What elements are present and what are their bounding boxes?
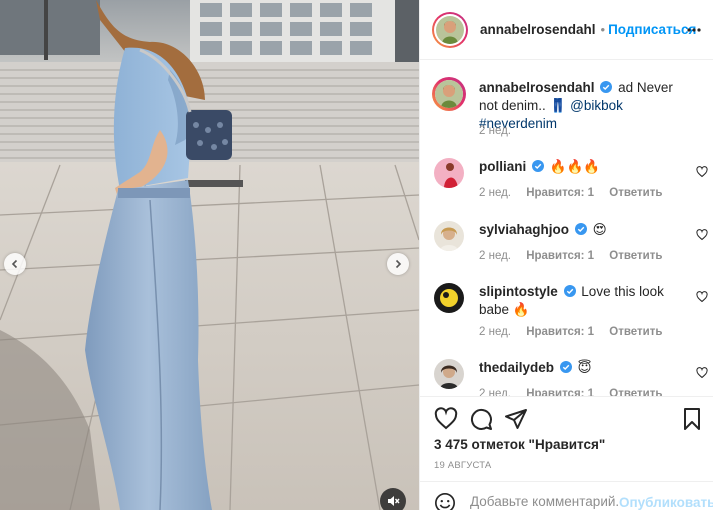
bookmark-icon[interactable] [680, 407, 704, 431]
follow-button[interactable]: Подписаться [608, 22, 696, 37]
commenter-avatar[interactable] [434, 158, 464, 188]
commenter-avatar[interactable] [434, 283, 464, 313]
post-photo [0, 0, 419, 510]
comment-text: slipintostyle Love this look babe 🔥 [479, 283, 687, 319]
post-details-panel: annabelrosendahl • Подписаться annabelro… [419, 0, 713, 510]
jeans-emoji: 👖 [549, 97, 567, 114]
verified-icon [532, 160, 545, 172]
comment-item: sylviahaghjoo 😍 2 нед. Нравится: 1 Ответ… [434, 221, 708, 267]
smiling-halo-emoji: 😇 [577, 360, 592, 376]
comment-item: slipintostyle Love this look babe 🔥 2 не… [434, 283, 708, 347]
comment-icon[interactable] [469, 407, 493, 431]
comment-text: thedailydeb 😇 [479, 359, 687, 378]
comment-likes[interactable]: Нравится: 1 [526, 326, 594, 338]
reply-button[interactable]: Ответить [609, 187, 662, 199]
comment-time[interactable]: 2 нед. [479, 250, 511, 262]
comment-meta: 2 нед. Нравится: 1 Ответить [479, 187, 674, 199]
comment-time[interactable]: 2 нед. [479, 187, 511, 199]
likes-count[interactable]: 3 475 отметок "Нравится" [434, 437, 605, 452]
comment-text: polliani 🔥🔥🔥 [479, 158, 687, 177]
comment-input[interactable] [470, 494, 620, 509]
share-icon[interactable] [504, 407, 528, 431]
heart-icon[interactable] [696, 166, 708, 178]
separator-dot: • [600, 22, 606, 37]
post-header: annabelrosendahl • Подписаться [420, 0, 713, 60]
comment-likes[interactable]: Нравится: 1 [526, 250, 594, 262]
emoji-icon[interactable] [434, 492, 456, 510]
mute-icon [388, 496, 400, 506]
comment-time[interactable]: 2 нед. [479, 326, 511, 338]
chevron-right-icon [395, 259, 402, 269]
action-icons [434, 407, 704, 433]
post-media[interactable] [0, 0, 419, 510]
reply-button[interactable]: Ответить [609, 388, 662, 396]
chevron-left-icon [11, 259, 18, 269]
comment-item: polliani 🔥🔥🔥 2 нед. Нравится: 1 Ответить [434, 158, 708, 204]
next-button[interactable] [387, 253, 409, 275]
post-caption: annabelrosendahl ad Never not denim.. 👖 … [432, 77, 704, 139]
author-avatar-image [436, 15, 464, 44]
more-icon[interactable] [686, 22, 702, 38]
comment-time[interactable]: 2 нед. [479, 388, 511, 396]
verified-icon [574, 223, 587, 235]
author-avatar[interactable] [432, 11, 468, 48]
add-comment-bar: Опубликовать [420, 481, 713, 510]
comment-likes[interactable]: Нравится: 1 [526, 388, 594, 396]
heart-eyes-emoji: 😍 [592, 222, 607, 238]
reply-button[interactable]: Ответить [609, 250, 662, 262]
comments-list[interactable]: annabelrosendahl ad Never not denim.. 👖 … [420, 61, 713, 396]
fire-emoji: 🔥 [512, 301, 530, 318]
verified-icon [600, 81, 613, 93]
comment-item: thedailydeb 😇 2 нед. Нравится: 1 Ответит… [434, 359, 708, 396]
caption-avatar[interactable] [432, 77, 466, 111]
heart-icon[interactable] [696, 229, 708, 241]
caption-avatar-image [435, 80, 463, 108]
comment-likes[interactable]: Нравится: 1 [526, 187, 594, 199]
comment-meta: 2 нед. Нравится: 1 Ответить [479, 326, 674, 338]
caption-username[interactable]: annabelrosendahl [479, 80, 595, 95]
publish-button[interactable]: Опубликовать [619, 495, 713, 510]
reply-button[interactable]: Ответить [609, 326, 662, 338]
post-date[interactable]: 19 АВГУСТА [434, 460, 491, 471]
mute-button[interactable] [380, 488, 406, 510]
verified-icon [563, 285, 576, 297]
comment-text: sylviahaghjoo 😍 [479, 221, 687, 240]
comment-meta: 2 нед. Нравится: 1 Ответить [479, 250, 674, 262]
instagram-post: annabelrosendahl • Подписаться annabelro… [0, 0, 713, 510]
post-actions: 3 475 отметок "Нравится" 19 АВГУСТА Опуб… [420, 396, 713, 510]
like-heart-icon[interactable] [434, 407, 458, 431]
comment-meta: 2 нед. Нравится: 1 Ответить [479, 388, 674, 396]
verified-icon [559, 361, 572, 373]
comment-username[interactable]: sylviahaghjoo [479, 222, 569, 237]
caption-time[interactable]: 2 нед. [479, 125, 511, 137]
previous-button[interactable] [4, 253, 26, 275]
author-username[interactable]: annabelrosendahl [480, 22, 596, 37]
commenter-avatar[interactable] [434, 359, 464, 389]
caption-mention[interactable]: @bikbok [570, 98, 623, 113]
commenter-avatar[interactable] [434, 221, 464, 251]
comment-username[interactable]: slipintostyle [479, 284, 558, 299]
comment-username[interactable]: thedailydeb [479, 360, 554, 375]
heart-icon[interactable] [696, 367, 708, 379]
caption-meta: 2 нед. [479, 125, 523, 137]
heart-icon[interactable] [696, 291, 708, 303]
fire-emoji: 🔥🔥🔥 [549, 159, 601, 175]
comment-username[interactable]: polliani [479, 159, 526, 174]
